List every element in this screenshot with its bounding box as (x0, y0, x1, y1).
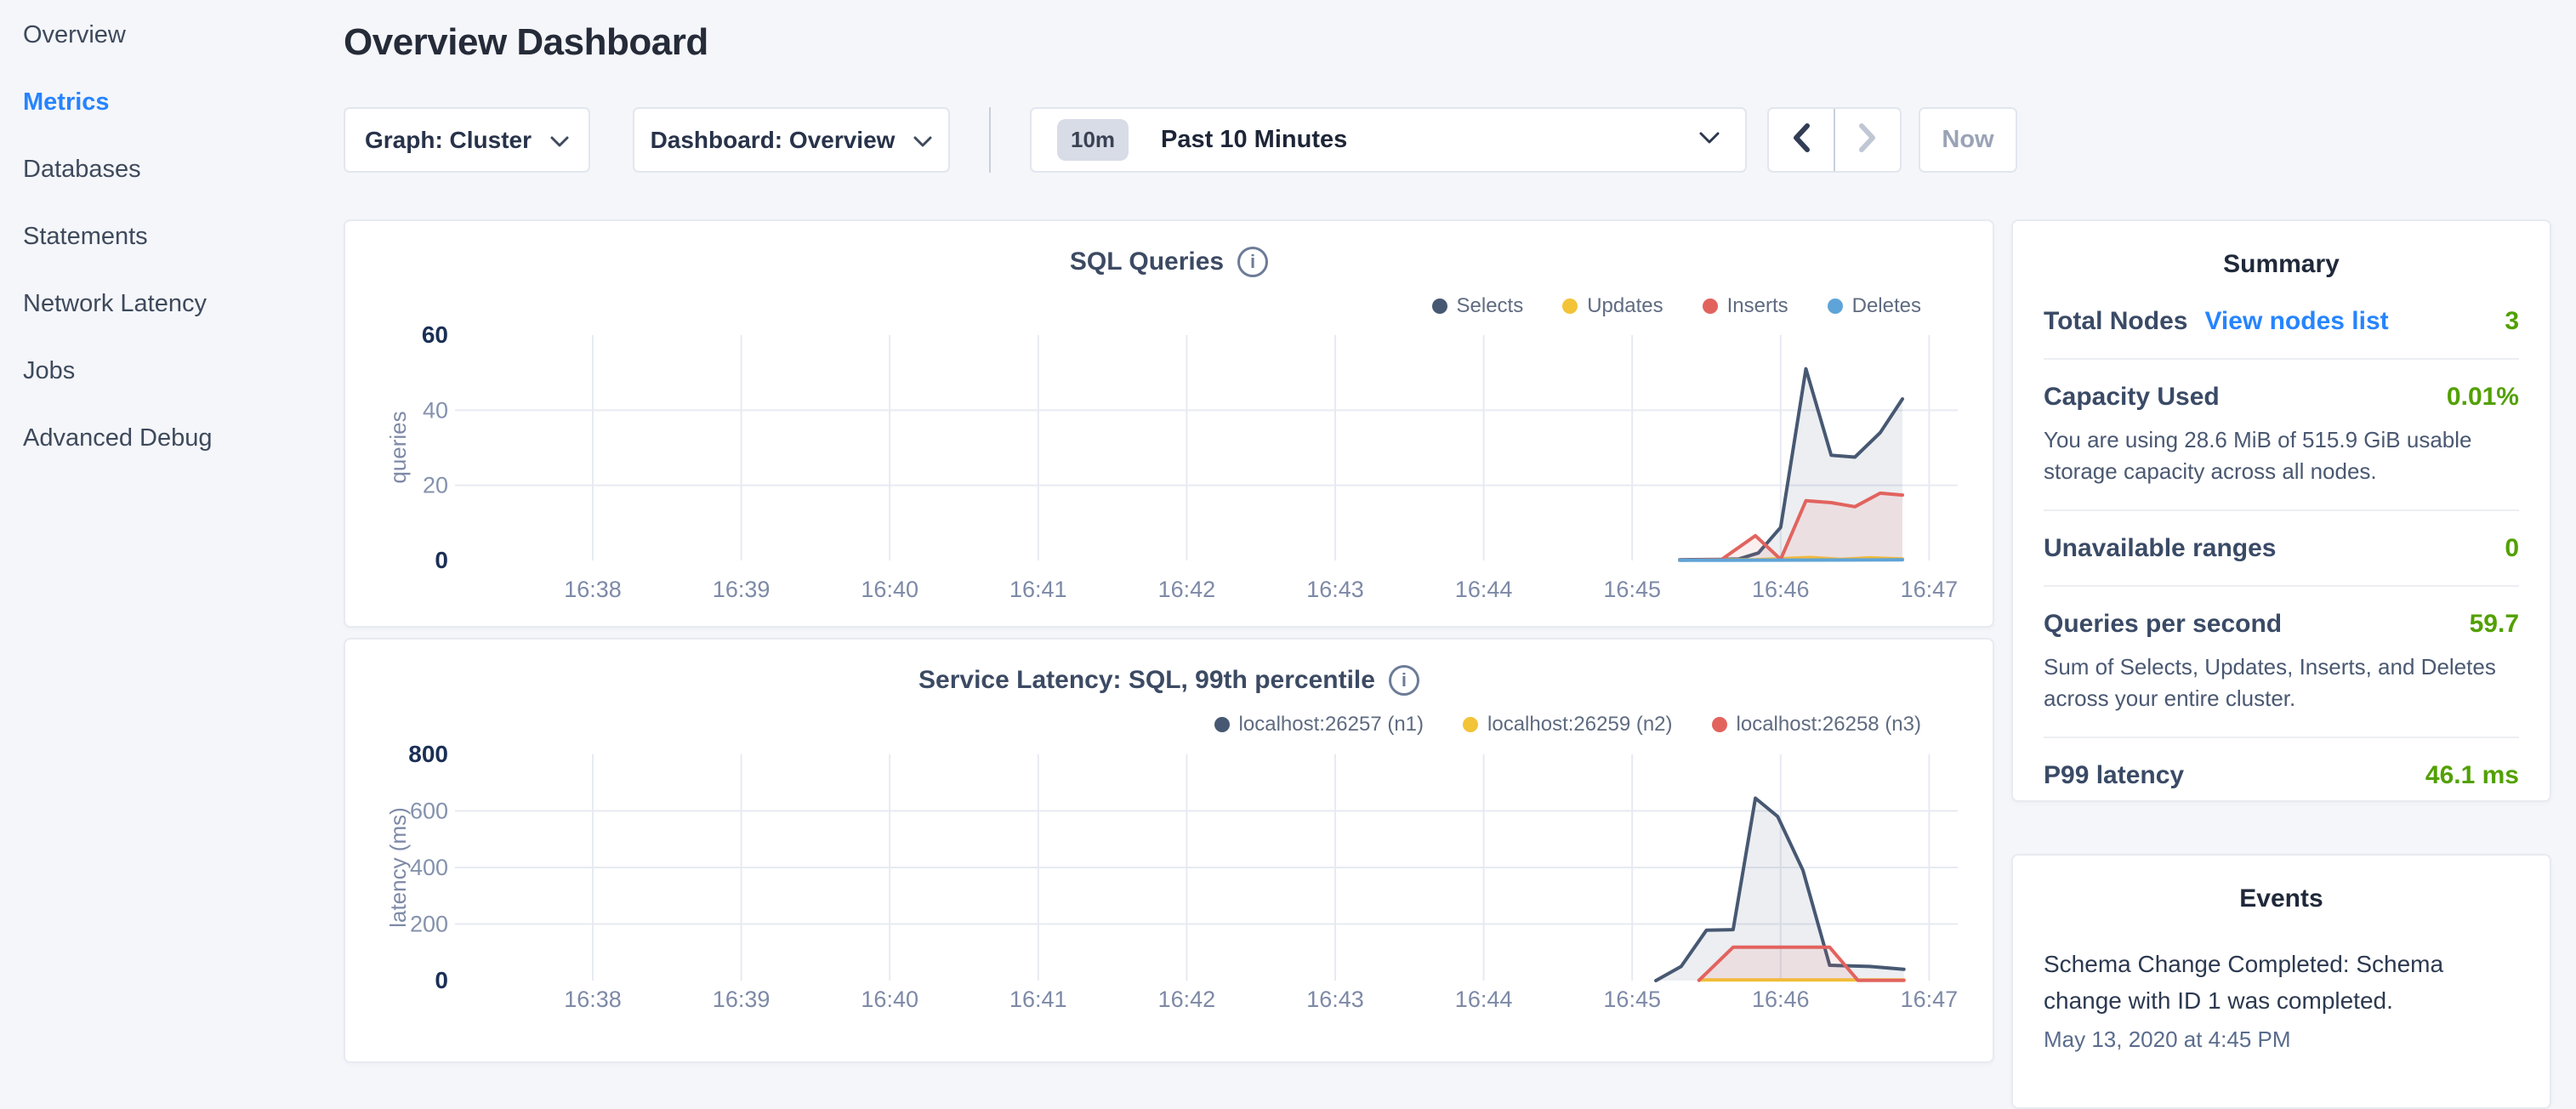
summary-row-unavailable-ranges: Unavailable ranges 0 (2044, 511, 2519, 587)
sidebar-item-overview[interactable]: Overview (0, 2, 344, 69)
view-nodes-list-link[interactable]: View nodes list (2204, 307, 2388, 336)
controls-bar: Graph: Cluster Dashboard: Overview 10m P… (344, 107, 2017, 173)
svg-text:16:43: 16:43 (1306, 987, 1364, 1012)
chevron-left-icon (1791, 122, 1811, 157)
svg-text:16:41: 16:41 (1009, 577, 1067, 602)
event-text: Schema Change Completed: Schema change w… (2044, 946, 2519, 1020)
time-step-forward-button[interactable] (1834, 109, 1900, 171)
page-title: Overview Dashboard (344, 20, 708, 65)
svg-text:16:43: 16:43 (1306, 577, 1364, 602)
svg-text:latency (ms): latency (ms) (385, 807, 411, 928)
dashboard-dropdown[interactable]: Dashboard: Overview (633, 107, 950, 173)
svg-text:16:39: 16:39 (713, 987, 771, 1012)
time-range-label: Past 10 Minutes (1161, 126, 1699, 154)
sidebar-item-jobs[interactable]: Jobs (0, 338, 344, 405)
svg-text:16:47: 16:47 (1901, 577, 1959, 602)
events-title: Events (2013, 884, 2550, 913)
svg-text:16:42: 16:42 (1158, 987, 1216, 1012)
svg-text:16:44: 16:44 (1455, 987, 1513, 1012)
sidebar-item-network-latency[interactable]: Network Latency (0, 270, 344, 338)
sidebar: Overview Metrics Databases Statements Ne… (0, 0, 344, 1051)
event-list-item[interactable]: Schema Change Completed: Schema change w… (2013, 946, 2550, 1053)
summary-row-p99-latency: P99 latency 46.1 ms (2044, 738, 2519, 812)
svg-text:16:38: 16:38 (564, 577, 622, 602)
summary-row-queries-per-second: Queries per second 59.7 Sum of Selects, … (2044, 587, 2519, 738)
time-range-selector[interactable]: 10m Past 10 Minutes (1030, 107, 1747, 173)
svg-text:400: 400 (410, 855, 448, 880)
events-panel: Events Schema Change Completed: Schema c… (2011, 854, 2551, 1109)
svg-text:16:45: 16:45 (1603, 577, 1661, 602)
svg-text:16:44: 16:44 (1455, 577, 1513, 602)
time-step-back-button[interactable] (1769, 109, 1834, 171)
chevron-down-icon (913, 127, 932, 154)
chevron-right-icon (1857, 122, 1878, 157)
graph-dropdown[interactable]: Graph: Cluster (344, 107, 590, 173)
event-timestamp: May 13, 2020 at 4:45 PM (2044, 1027, 2519, 1053)
svg-text:16:38: 16:38 (564, 987, 622, 1012)
svg-text:20: 20 (423, 473, 448, 498)
graph-dropdown-label: Graph: Cluster (365, 127, 532, 154)
summary-panel: Summary Total Nodes View nodes list 3 Ca… (2011, 219, 2551, 802)
sidebar-item-metrics[interactable]: Metrics (0, 69, 344, 136)
summary-row-label: Queries per second (2044, 610, 2282, 639)
svg-text:600: 600 (410, 799, 448, 824)
summary-row-label: P99 latency (2044, 761, 2184, 790)
chevron-down-icon (550, 127, 569, 154)
time-step-buttons (1767, 107, 1902, 173)
summary-row-value: 0 (2505, 534, 2519, 563)
sql-queries-chart-card: SQL Queries i SelectsUpdatesInsertsDelet… (344, 219, 1994, 628)
svg-text:16:46: 16:46 (1752, 987, 1810, 1012)
svg-text:200: 200 (410, 912, 448, 937)
svg-text:16:46: 16:46 (1752, 577, 1810, 602)
summary-row-value: 46.1 ms (2425, 761, 2519, 790)
summary-row-label: Capacity Used (2044, 383, 2220, 412)
svg-text:16:45: 16:45 (1603, 987, 1661, 1012)
svg-text:16:40: 16:40 (861, 577, 918, 602)
summary-row-capacity-used: Capacity Used 0.01% You are using 28.6 M… (2044, 360, 2519, 511)
summary-title: Summary (2013, 250, 2550, 279)
summary-row-value: 0.01% (2447, 383, 2519, 412)
chevron-down-icon (1699, 132, 1720, 149)
svg-text:0: 0 (435, 547, 448, 573)
sidebar-item-advanced-debug[interactable]: Advanced Debug (0, 405, 344, 472)
sidebar-item-statements[interactable]: Statements (0, 203, 344, 270)
summary-row-value: 3 (2505, 307, 2519, 336)
sql-queries-plot[interactable]: 16:38 16:39 16:40 16:41 16:42 16:43 16:44 16:45… (345, 221, 1993, 626)
svg-text:16:42: 16:42 (1158, 577, 1216, 602)
service-latency-chart-card: Service Latency: SQL, 99th percentile i … (344, 638, 1994, 1063)
svg-text:16:40: 16:40 (861, 987, 918, 1012)
svg-text:40: 40 (423, 397, 448, 423)
svg-text:queries: queries (385, 411, 411, 483)
summary-row-value: 59.7 (2470, 610, 2519, 639)
time-range-badge: 10m (1057, 119, 1129, 161)
svg-text:800: 800 (408, 741, 448, 767)
controls-divider (989, 107, 991, 173)
svg-text:16:47: 16:47 (1901, 987, 1959, 1012)
svg-text:16:41: 16:41 (1009, 987, 1067, 1012)
summary-row-description: Sum of Selects, Updates, Inserts, and De… (2044, 651, 2519, 714)
svg-text:0: 0 (435, 967, 448, 993)
summary-row-total-nodes: Total Nodes View nodes list 3 (2044, 284, 2519, 360)
sidebar-item-databases[interactable]: Databases (0, 136, 344, 203)
summary-row-label: Unavailable ranges (2044, 534, 2276, 563)
now-button[interactable]: Now (1919, 107, 2017, 173)
summary-row-description: You are using 28.6 MiB of 515.9 GiB usab… (2044, 424, 2519, 487)
dashboard-dropdown-label: Dashboard: Overview (651, 127, 896, 154)
svg-text:16:39: 16:39 (713, 577, 771, 602)
svg-text:60: 60 (422, 321, 448, 348)
summary-row-label: Total Nodes (2044, 307, 2187, 336)
service-latency-plot[interactable]: 16:38 16:39 16:40 16:41 16:42 16:43 16:44 16:45… (345, 640, 1993, 1048)
